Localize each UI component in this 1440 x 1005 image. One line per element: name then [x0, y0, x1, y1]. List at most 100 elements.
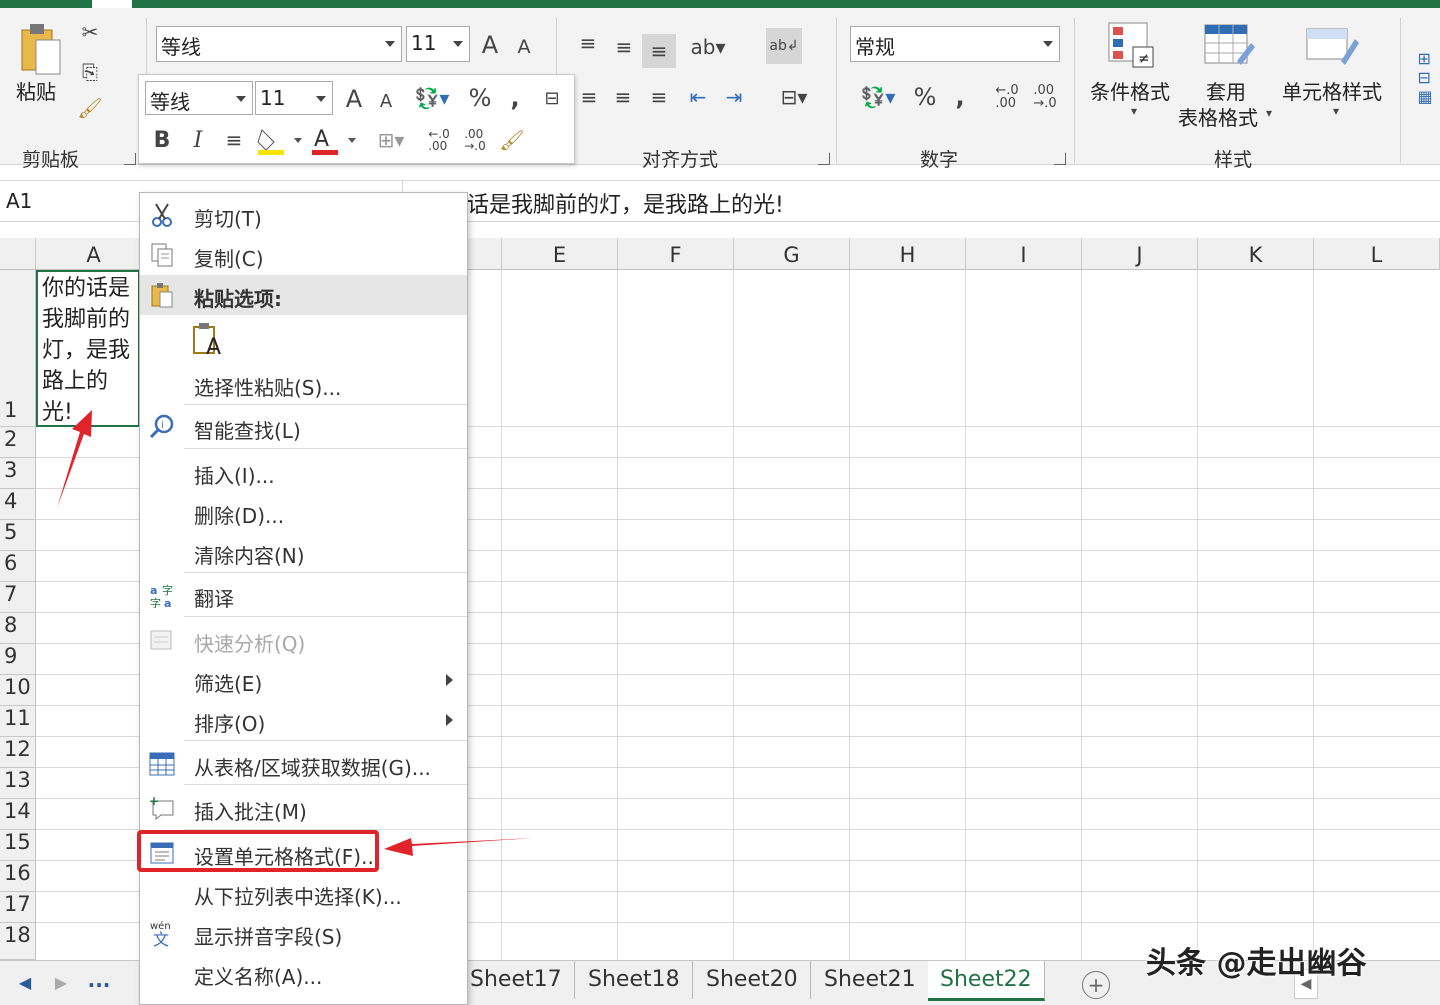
col-header-d[interactable]: [468, 238, 502, 270]
paste-option-button[interactable]: A: [192, 321, 226, 361]
mini-shrink-font-icon[interactable]: A: [375, 89, 397, 113]
comma-style-icon[interactable]: ,: [948, 82, 972, 112]
col-header-l[interactable]: L: [1314, 238, 1440, 270]
menu-item-delete[interactable]: 删除(D)...: [140, 492, 467, 532]
align-right-icon[interactable]: ≡: [646, 84, 672, 110]
paste-button[interactable]: 粘贴: [16, 76, 56, 105]
row-header-15[interactable]: 15: [0, 830, 36, 861]
mini-comma-icon[interactable]: ,: [503, 83, 527, 113]
menu-item-translate[interactable]: a字字a 翻译: [140, 575, 467, 615]
grow-font-icon[interactable]: A: [476, 30, 504, 60]
col-header-j[interactable]: J: [1082, 238, 1198, 270]
row-header-11[interactable]: 11: [0, 706, 36, 737]
col-header-h[interactable]: H: [850, 238, 966, 270]
table-format-dropdown-icon[interactable]: ▾: [1262, 106, 1276, 120]
menu-item-clear-contents[interactable]: 清除内容(N): [140, 532, 467, 572]
row-header-2[interactable]: 2: [0, 427, 36, 458]
col-header-i[interactable]: I: [966, 238, 1082, 270]
row-header-9[interactable]: 9: [0, 644, 36, 675]
mini-font-name-combo[interactable]: 等线: [145, 81, 253, 115]
row-header-5[interactable]: 5: [0, 520, 36, 551]
conditional-format-icon[interactable]: ≠: [1106, 20, 1156, 72]
align-top-icon[interactable]: ≡: [574, 30, 602, 56]
borders-icon[interactable]: ⊞▾: [365, 123, 417, 157]
row-header-16[interactable]: 16: [0, 861, 36, 892]
row-header-12[interactable]: 12: [0, 737, 36, 768]
orientation-icon[interactable]: ab▾: [686, 32, 730, 62]
mini-accounting-icon[interactable]: 💱▾: [407, 83, 457, 113]
cell-styles-dropdown-icon[interactable]: ▾: [1326, 104, 1346, 118]
cell-styles-button[interactable]: 单元格样式: [1282, 76, 1382, 105]
sheet-tab[interactable]: Sheet18: [576, 961, 693, 999]
prev-sheet-icon[interactable]: ◀: [14, 969, 36, 995]
cell-a1[interactable]: 你的话是 我脚前的 灯，是我 路上的 光!: [36, 270, 140, 427]
format-painter-icon[interactable]: 🖌: [76, 94, 104, 122]
select-all-corner[interactable]: [0, 238, 36, 270]
mini-format-painter-icon[interactable]: 🖌: [497, 123, 527, 157]
row-header-8[interactable]: 8: [0, 613, 36, 644]
sheet-tab[interactable]: Sheet21: [812, 961, 929, 999]
row-header-7[interactable]: 7: [0, 582, 36, 613]
col-header-f[interactable]: F: [618, 238, 734, 270]
align-left-icon[interactable]: ≡: [576, 84, 602, 110]
row-header-4[interactable]: 4: [0, 489, 36, 520]
row-header-10[interactable]: 10: [0, 675, 36, 706]
percent-icon[interactable]: %: [910, 82, 940, 112]
decrease-indent-icon[interactable]: ⇤: [684, 84, 712, 110]
menu-item-quick-analysis[interactable]: 快速分析(Q): [140, 620, 467, 660]
mini-font-size-combo[interactable]: 11: [255, 81, 333, 115]
menu-item-filter[interactable]: 筛选(E): [140, 660, 467, 700]
next-sheet-icon[interactable]: ▶: [50, 969, 72, 995]
decrease-decimal-icon[interactable]: .00 →.0: [1028, 82, 1062, 112]
col-header-a[interactable]: A: [36, 238, 152, 270]
accounting-format-icon[interactable]: 💱▾: [852, 82, 904, 112]
menu-item-pick-from-list[interactable]: 从下拉列表中选择(K)...: [140, 873, 467, 913]
col-header-e[interactable]: E: [502, 238, 618, 270]
font-color-icon[interactable]: A: [309, 123, 359, 157]
paste-icon[interactable]: [16, 20, 64, 80]
menu-item-copy[interactable]: 复制(C): [140, 235, 467, 275]
row-header-13[interactable]: 13: [0, 768, 36, 799]
font-name-combo[interactable]: 等线: [156, 26, 402, 62]
table-format-icon[interactable]: [1202, 20, 1256, 72]
mini-percent-icon[interactable]: %: [465, 83, 495, 113]
sheet-tab-active[interactable]: Sheet22: [928, 961, 1045, 1001]
add-sheet-icon[interactable]: +: [1082, 971, 1110, 999]
fill-color-icon[interactable]: [255, 123, 305, 157]
table-format-button[interactable]: 表格格式: [1178, 102, 1258, 131]
table-format-line1[interactable]: 套用: [1206, 76, 1246, 105]
formula-input[interactable]: 你的话是我脚前的灯，是我路上的光!: [402, 180, 1440, 222]
increase-indent-icon[interactable]: ⇥: [720, 84, 748, 110]
merge-center-icon[interactable]: ⊟▾: [768, 84, 820, 110]
clipboard-launcher-icon[interactable]: [124, 153, 136, 165]
number-format-combo[interactable]: 常规: [850, 26, 1060, 62]
cells-group-icon[interactable]: ⊞ ⊟ ▦: [1414, 22, 1436, 132]
sheet-tab[interactable]: Sheet17: [458, 961, 575, 999]
menu-item-show-phonetic[interactable]: wén 文 显示拼音字段(S): [140, 913, 467, 953]
more-sheets-button[interactable]: ...: [86, 967, 112, 993]
col-header-g[interactable]: G: [734, 238, 850, 270]
mini-decrease-decimal-icon[interactable]: .00 →.0: [457, 123, 493, 157]
row-header-17[interactable]: 17: [0, 892, 36, 923]
bold-icon[interactable]: B: [149, 125, 175, 155]
menu-item-define-name[interactable]: 定义名称(A)...: [140, 953, 467, 993]
conditional-format-button[interactable]: 条件格式: [1090, 76, 1170, 105]
mini-merge-icon[interactable]: ⊟: [537, 83, 567, 113]
mini-increase-decimal-icon[interactable]: ←.0.00: [421, 123, 457, 157]
align-middle-icon[interactable]: ≡: [610, 34, 638, 60]
col-header-k[interactable]: K: [1198, 238, 1314, 270]
italic-icon[interactable]: I: [185, 125, 211, 155]
menu-item-sort[interactable]: 排序(O): [140, 700, 467, 740]
font-size-combo[interactable]: 11: [406, 26, 470, 62]
row-header-18[interactable]: 18: [0, 923, 36, 960]
alignment-launcher-icon[interactable]: [818, 153, 830, 165]
row-header-14[interactable]: 14: [0, 799, 36, 830]
row-header-3[interactable]: 3: [0, 458, 36, 489]
menu-item-cut[interactable]: 剪切(T): [140, 195, 467, 235]
mini-center-icon[interactable]: ≡: [221, 125, 247, 155]
align-center-icon[interactable]: ≡: [610, 84, 636, 110]
copy-icon[interactable]: ⎘: [76, 58, 104, 86]
align-bottom-icon[interactable]: ≡: [642, 34, 676, 68]
sheet-tab[interactable]: Sheet20: [694, 961, 811, 999]
menu-item-insert-comment[interactable]: + 插入批注(M): [140, 788, 467, 828]
